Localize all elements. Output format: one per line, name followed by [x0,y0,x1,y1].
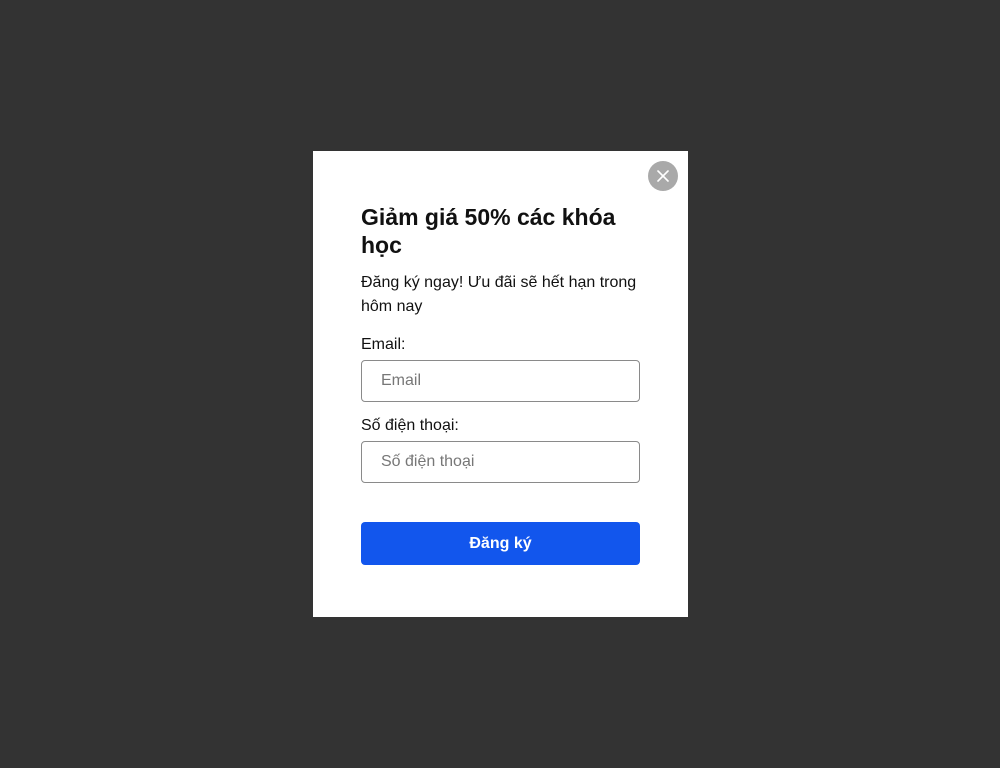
close-button[interactable] [648,161,678,191]
modal-content: Giảm giá 50% các khóa học Đăng ký ngay! … [361,203,640,565]
email-label: Email: [361,336,406,353]
phone-input[interactable] [361,441,640,483]
email-input[interactable] [361,360,640,402]
modal-title: Giảm giá 50% các khóa học [361,204,616,258]
phone-label: Số điện thoại: [361,417,459,434]
signup-modal: Giảm giá 50% các khóa học Đăng ký ngay! … [313,151,688,617]
modal-subtitle: Đăng ký ngay! Ưu đãi sẽ hết hạn trong hô… [361,274,637,315]
close-icon [657,170,669,182]
signup-form: Email: Số điện thoại: Đăng ký [361,335,640,565]
modal-backdrop[interactable]: Giảm giá 50% các khóa học Đăng ký ngay! … [0,0,1000,768]
signup-button[interactable]: Đăng ký [361,522,640,565]
